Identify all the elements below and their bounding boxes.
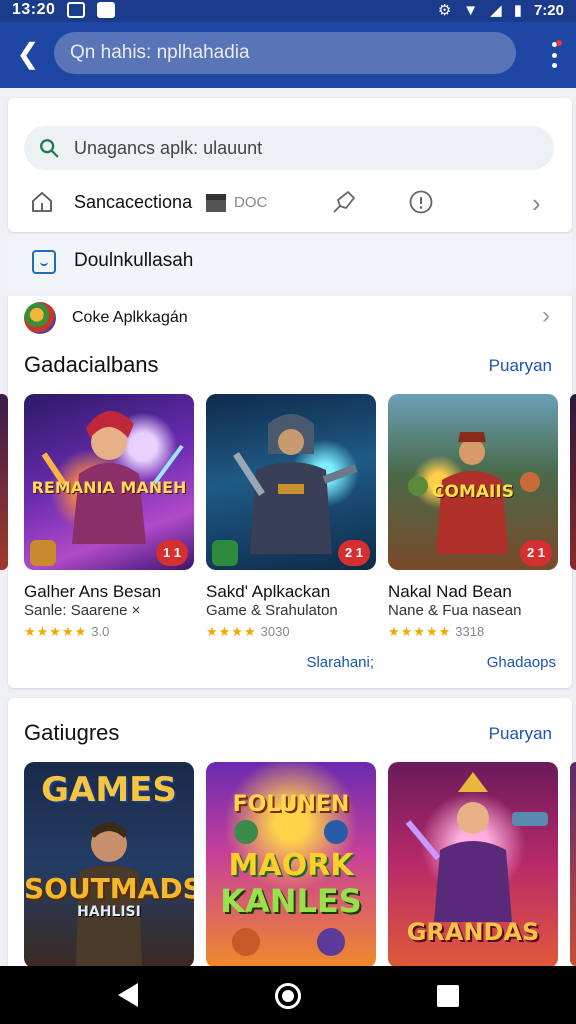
nav-recents-icon[interactable] (437, 985, 459, 1007)
search-placeholder: Unagancs aplk: ulauunt (74, 138, 263, 158)
category-tile[interactable]: FOLUNEN MAORK KANLES (206, 762, 376, 968)
top-search-field[interactable]: Qn hahis: nplhahadia (54, 32, 516, 74)
back-button[interactable]: ❮ (12, 39, 44, 71)
app-subtitle: Game & Srahulaton (206, 602, 338, 619)
featured-label: Coke Aplkkagán (72, 309, 188, 326)
app-tile[interactable]: COMAIIS 2 1 Nakal Nad Bean Nane & Fua na… (388, 394, 558, 684)
app-badge: 1 1 (156, 540, 188, 566)
artwork-subtitle: MAORK (228, 848, 354, 883)
artwork-title: COMAIIS (432, 482, 514, 502)
carousel-peek-right (570, 394, 576, 570)
category-tile[interactable]: GAMES SOUTMADS HAHLISI (24, 762, 194, 968)
categories-card: Gatiugres Puaryan GAMES SOUTMADS HAHLISI… (8, 698, 572, 970)
category-artwork: FOLUNEN MAORK KANLES (206, 762, 376, 968)
star-rating-icon: ★★★★ (206, 624, 257, 639)
hero-silhouette (76, 822, 142, 968)
app-badge: 2 1 (520, 540, 552, 566)
nav-back-icon[interactable] (118, 983, 138, 1007)
wifi-icon: ▼ (463, 1, 479, 19)
artwork-subtitle: SOUTMADS (24, 872, 194, 905)
back-arrow-icon: ❮ (16, 38, 40, 69)
tile-link[interactable]: Slarahani; (306, 654, 374, 671)
app-subtitle: Nane & Fua nasean (388, 602, 522, 619)
section-title: Gatiugres (24, 720, 120, 745)
app-bar: ❮ Qn hahis: nplhahadia (0, 22, 576, 88)
tool-row: Sancacectiona DOC › (8, 182, 572, 226)
system-nav-bar (0, 966, 576, 1024)
chevron-right-icon[interactable]: › (542, 302, 550, 330)
artwork-title: REMANIA MANEH (31, 478, 187, 497)
search-card: Unagancs aplk: ulauunt Sancacectiona DOC… (8, 98, 572, 232)
status-icons: ⚙ ▼ ◢ ▮ 7:20 (437, 1, 564, 20)
section-title: Gadacialbans (24, 352, 159, 377)
doc-label[interactable]: DOC (234, 194, 267, 211)
status-bar: 13:20 ⚙ ▼ ◢ ▮ 7:20 (0, 0, 576, 22)
app-rating: ★★★★★ 3318 (388, 624, 484, 640)
more-options-button[interactable] (550, 40, 562, 68)
carousel-peek-right (570, 762, 576, 966)
downloads-row[interactable]: Doulnkullasah (8, 234, 572, 292)
app-badge: 2 1 (338, 540, 370, 566)
downloads-icon (32, 250, 56, 274)
downloads-label: Doulnkullasah (74, 250, 194, 271)
signal-icon: ◢ (490, 2, 502, 19)
category-tile[interactable]: GRANDAS (388, 762, 558, 968)
category-artwork: GRANDAS (388, 762, 558, 968)
app-tile[interactable]: 2 1 Sakd' Aplkackan Game & Srahulaton ★★… (206, 394, 376, 684)
star-rating-icon: ★★★★★ (24, 624, 88, 639)
section-link[interactable]: Puaryan (489, 724, 552, 744)
search-icon (40, 139, 59, 158)
rating-value: 3030 (260, 624, 290, 639)
home-icon[interactable] (30, 190, 54, 214)
app-tile[interactable]: REMANIA MANEH 1 1 Galher Ans Besan Sanle… (24, 394, 194, 684)
artwork-caption: HAHLISI (77, 904, 141, 920)
star-rating-icon: ★★★★★ (388, 624, 452, 639)
artwork-caption: KANLES (220, 882, 362, 920)
search-input[interactable]: Unagancs aplk: ulauunt (24, 126, 554, 170)
app-rating: ★★★★ 3030 (206, 624, 290, 640)
bluetooth-icon: ⚙ (437, 2, 452, 19)
app-subtitle: Sanle: Saarene × (24, 602, 141, 619)
document-icon[interactable] (206, 194, 226, 212)
app-name: Nakal Nad Bean (388, 582, 512, 601)
app-rating: ★★★★★ 3.0 (24, 624, 109, 640)
tool-label[interactable]: Sancacectiona (74, 192, 192, 213)
status-time-right: 7:20 (533, 1, 564, 19)
rating-value: 3.0 (91, 624, 110, 639)
info-icon[interactable] (408, 189, 434, 215)
app-name: Sakd' Aplkackan (206, 582, 331, 601)
nav-home-icon[interactable] (275, 983, 301, 1009)
image-notification-icon (67, 2, 85, 18)
section-link[interactable]: Puaryan (489, 356, 552, 376)
featured-row[interactable]: Coke Aplkkagán › (8, 296, 572, 340)
status-time-left: 13:20 (12, 1, 56, 18)
share-icon[interactable] (330, 188, 358, 216)
kebab-dot-icon (551, 63, 557, 68)
carousel-peek-left (0, 394, 8, 570)
featured-avatar (24, 302, 56, 334)
artwork-caption: GRANDAS (406, 918, 540, 946)
app-artwork: 2 1 (206, 394, 376, 570)
category-artwork: GAMES SOUTMADS HAHLISI (24, 762, 194, 968)
battery-icon: ▮ (513, 2, 522, 19)
app-badge-icon (30, 540, 56, 566)
rating-value: 3318 (455, 624, 485, 639)
apps-card: Coke Aplkkagán › Gadacialbans Puaryan RE… (8, 296, 572, 688)
app-badge-icon (212, 540, 238, 566)
notification-dot (556, 40, 562, 46)
tile-link[interactable]: Ghadaops (487, 654, 556, 671)
app-name: Galher Ans Besan (24, 582, 162, 601)
app-artwork: COMAIIS 2 1 (388, 394, 558, 570)
app-notification-icon (97, 2, 115, 18)
chevron-right-icon[interactable]: › (532, 188, 541, 219)
kebab-dot-icon (551, 52, 557, 58)
app-artwork: REMANIA MANEH 1 1 (24, 394, 194, 570)
